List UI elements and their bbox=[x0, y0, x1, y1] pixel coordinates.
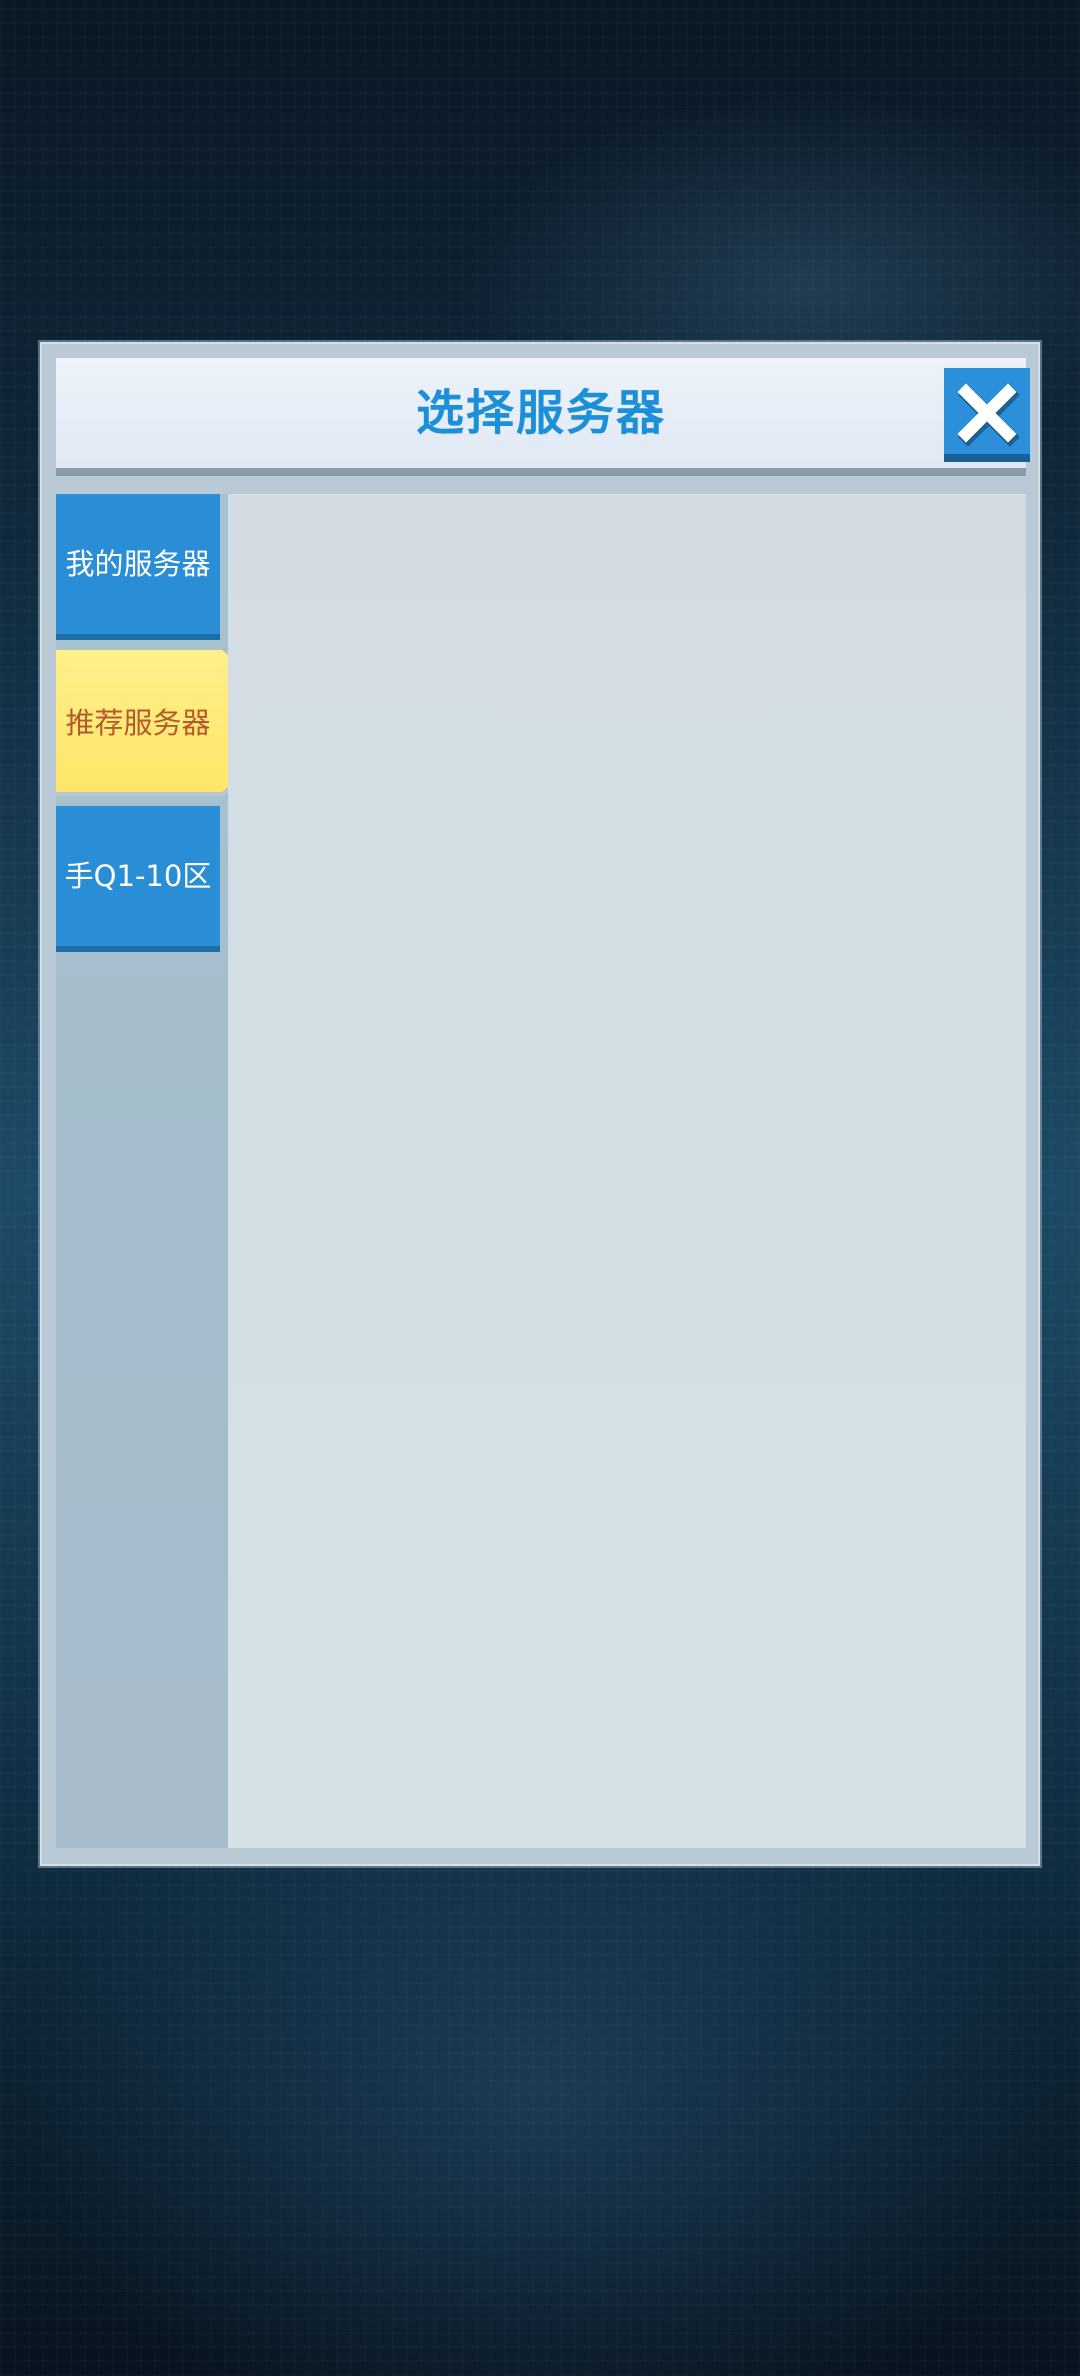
tab-my-servers-label: 我的服务器 bbox=[65, 547, 211, 581]
close-button[interactable] bbox=[944, 368, 1030, 462]
tab-recommended-servers[interactable]: 推荐服务器 bbox=[56, 650, 246, 796]
tab-q1-zone[interactable]: 手Q1-10区 bbox=[56, 806, 220, 952]
server-select-dialog: 选择服务器 我的服务器 推荐服务器 手Q1-10区 bbox=[40, 342, 1040, 1866]
server-list-panel bbox=[228, 494, 1026, 1848]
tab-recommended-servers-label: 推荐服务器 bbox=[65, 706, 211, 740]
close-x-icon bbox=[957, 383, 1020, 447]
dialog-title-bar: 选择服务器 bbox=[56, 358, 1030, 476]
server-category-sidebar: 我的服务器 推荐服务器 手Q1-10区 bbox=[56, 494, 244, 1848]
tab-q1-zone-label: 手Q1-10区 bbox=[64, 859, 212, 893]
dialog-title: 选择服务器 bbox=[415, 385, 666, 441]
tab-my-servers[interactable]: 我的服务器 bbox=[56, 494, 220, 640]
